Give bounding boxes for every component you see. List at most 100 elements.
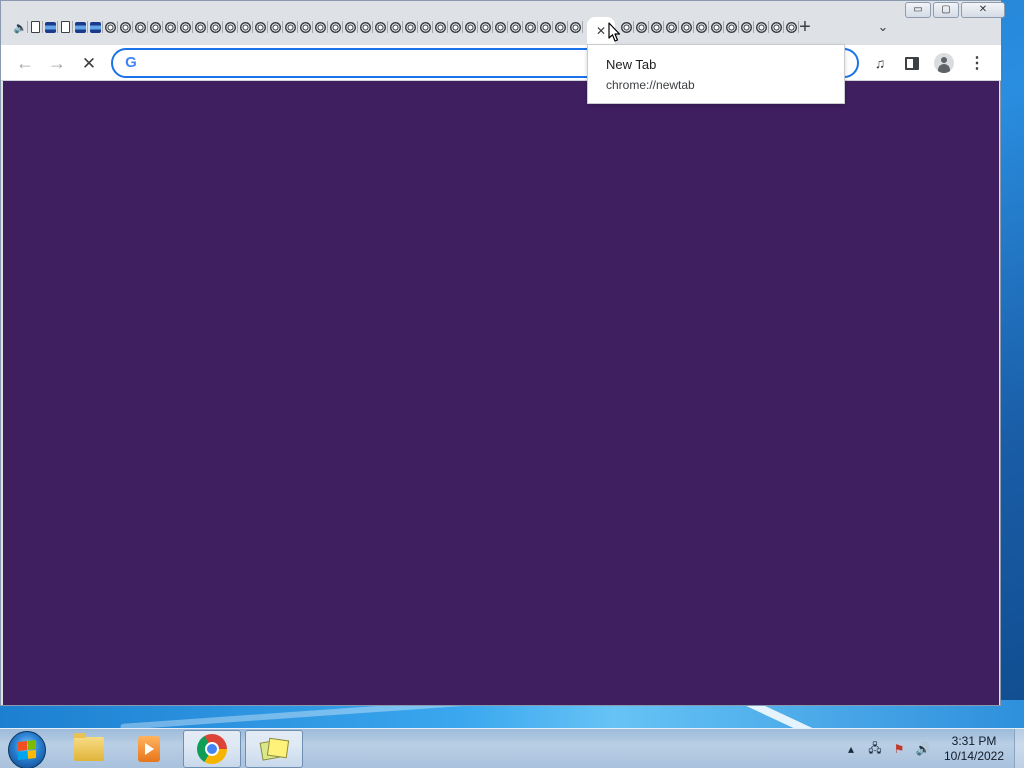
tab[interactable] [709, 18, 724, 36]
tab[interactable] [739, 18, 754, 36]
tab[interactable] [193, 18, 208, 36]
tab[interactable] [523, 18, 538, 36]
tab[interactable] [253, 18, 268, 36]
tab[interactable] [568, 18, 583, 36]
tab-favicon-icon [240, 21, 251, 33]
browser-window: 🔈 ✕ + ⌄ ▭ ▢ ✕ ← → ✕ G ♫ ⋮ [0, 0, 1005, 706]
tray-action-center-button[interactable]: ⚑ [890, 740, 908, 758]
windows-logo-icon [18, 740, 36, 760]
new-tab-button[interactable]: + [794, 16, 816, 38]
tab[interactable] [373, 18, 388, 36]
tab[interactable] [463, 18, 478, 36]
tab-favicon-icon [360, 21, 371, 33]
tab[interactable] [238, 18, 253, 36]
tab-favicon-icon [31, 21, 40, 33]
taskbar-explorer-button[interactable] [60, 730, 118, 768]
profile-button[interactable] [932, 51, 956, 75]
caret-up-icon: ▴ [847, 742, 855, 756]
tab[interactable] [328, 18, 343, 36]
close-icon[interactable]: ✕ [596, 24, 606, 38]
tab[interactable] [358, 18, 373, 36]
tab[interactable] [223, 18, 238, 36]
taskbar-chrome-button[interactable] [183, 730, 241, 768]
tab[interactable] [538, 18, 553, 36]
tab[interactable] [553, 18, 568, 36]
tab[interactable] [118, 18, 133, 36]
tab-favicon-icon [135, 21, 146, 33]
tab[interactable] [478, 18, 493, 36]
tab[interactable] [43, 18, 58, 36]
tab[interactable] [208, 18, 223, 36]
tab-audio[interactable]: 🔈 [13, 18, 28, 36]
tab[interactable] [73, 18, 88, 36]
tab[interactable] [103, 18, 118, 36]
tab[interactable] [28, 18, 43, 36]
tab-favicon-icon [105, 21, 116, 33]
back-button[interactable]: ← [13, 51, 37, 75]
chevron-down-icon: ⌄ [877, 19, 889, 34]
tab-favicon-icon [696, 21, 707, 33]
tab-favicon-icon [285, 21, 296, 33]
tab[interactable] [769, 18, 784, 36]
tab[interactable] [433, 18, 448, 36]
forward-button[interactable]: → [45, 51, 69, 75]
tab[interactable] [679, 18, 694, 36]
tab-favicon-icon [480, 21, 491, 33]
mouse-cursor-icon [608, 22, 621, 42]
close-window-button[interactable]: ✕ [961, 2, 1005, 18]
tab-search-button[interactable]: ⌄ [872, 16, 894, 38]
browser-toolbar: ← → ✕ G ♫ ⋮ [1, 45, 1001, 81]
tray-expand-button[interactable]: ▴ [842, 740, 860, 758]
folder-icon [74, 733, 104, 761]
tray-volume-button[interactable]: 🔊 [914, 740, 932, 758]
tab[interactable] [343, 18, 358, 36]
tab[interactable] [508, 18, 523, 36]
tab[interactable] [448, 18, 463, 36]
taskbar-sticky-notes-button[interactable] [245, 730, 303, 768]
taskbar-media-player-button[interactable] [120, 730, 178, 768]
tab[interactable] [163, 18, 178, 36]
media-controls-button[interactable]: ♫ [868, 51, 892, 75]
tab[interactable] [388, 18, 403, 36]
tab-favicon-icon [495, 21, 506, 33]
tab[interactable] [88, 18, 103, 36]
tab[interactable] [418, 18, 433, 36]
tab-favicon-icon [225, 21, 236, 33]
tab[interactable] [403, 18, 418, 36]
tab[interactable] [178, 18, 193, 36]
tab[interactable] [493, 18, 508, 36]
tab[interactable] [58, 18, 73, 36]
page-content[interactable] [3, 81, 999, 705]
tab-favicon-icon [651, 21, 662, 33]
side-panel-button[interactable] [900, 51, 924, 75]
tab-favicon-icon [375, 21, 386, 33]
tab-favicon-icon [540, 21, 551, 33]
tab[interactable] [283, 18, 298, 36]
stop-loading-button[interactable]: ✕ [77, 51, 101, 75]
taskbar-clock[interactable]: 3:31 PM 10/14/2022 [936, 734, 1012, 764]
tab[interactable] [268, 18, 283, 36]
avatar-icon [934, 53, 954, 73]
tab-favicon-icon [165, 21, 176, 33]
tab[interactable] [634, 18, 649, 36]
tab[interactable] [724, 18, 739, 36]
tab[interactable] [313, 18, 328, 36]
side-panel-icon [905, 56, 919, 70]
tab[interactable] [754, 18, 769, 36]
tab[interactable] [133, 18, 148, 36]
tab[interactable] [694, 18, 709, 36]
tab[interactable] [298, 18, 313, 36]
minimize-button[interactable]: ▭ [905, 2, 931, 18]
tab[interactable] [148, 18, 163, 36]
tab[interactable] [664, 18, 679, 36]
tab-favicon-icon [315, 21, 326, 33]
tab-favicon-icon [210, 21, 221, 33]
tab[interactable] [649, 18, 664, 36]
maximize-button[interactable]: ▢ [933, 2, 959, 18]
browser-menu-button[interactable]: ⋮ [965, 51, 989, 75]
tab-favicon-icon [390, 21, 401, 33]
tab-favicon-icon [555, 21, 566, 33]
start-button[interactable] [8, 731, 46, 768]
tray-network-button[interactable]: 🖧 [866, 740, 884, 758]
show-desktop-button[interactable] [1014, 729, 1024, 768]
